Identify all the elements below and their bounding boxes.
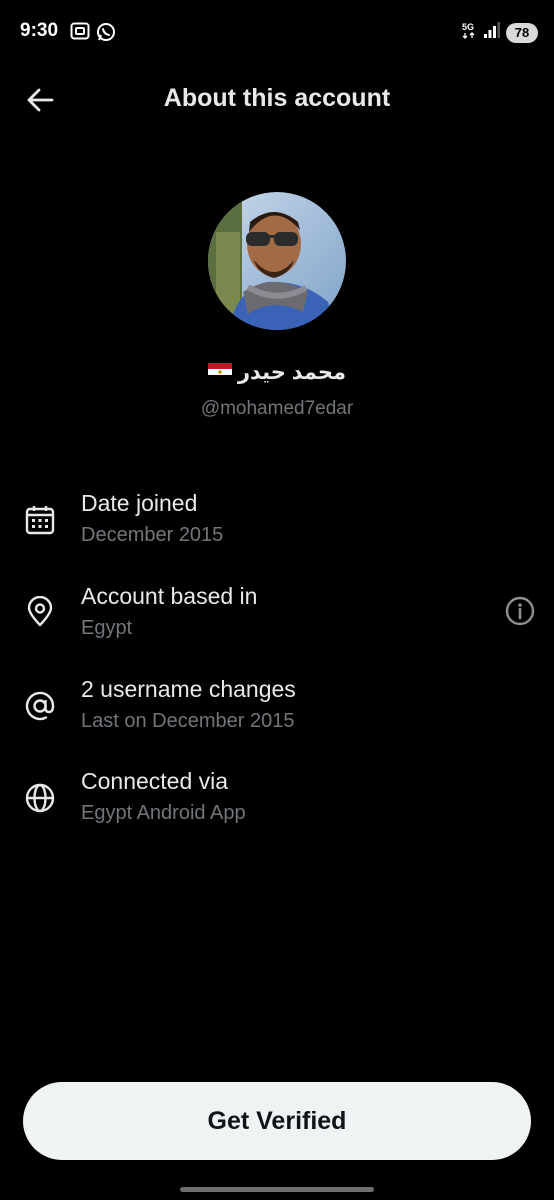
home-indicator[interactable] [180,1187,374,1192]
5g-icon: 5G [462,21,478,44]
screenshot-icon [70,22,90,47]
page-title: About this account [163,84,391,112]
username-handle: @mohamed7edar [200,398,354,419]
about-account-screen: 9:30 5G 78 About this account محمد حيدر … [0,0,554,1200]
battery-icon: 78 [506,22,538,43]
info-row-connected-via: Connected via Egypt Android App [0,768,554,848]
calendar-icon [25,506,55,535]
info-row-date-joined: Date joined December 2015 [0,490,554,570]
info-title: Date joined [81,490,198,516]
get-verified-button[interactable]: Get Verified [23,1082,531,1160]
info-title: Connected via [81,768,229,794]
info-title: Account based in [81,583,258,609]
info-subtitle: Egypt [81,617,133,639]
info-icon[interactable] [504,595,536,627]
location-pin-icon [27,596,53,627]
status-right-icons: 5G 78 [462,21,538,44]
avatar[interactable] [208,192,346,330]
info-title: 2 username changes [81,676,296,702]
egypt-flag-icon [207,363,232,387]
status-bar: 9:30 5G 78 [0,0,554,62]
info-subtitle: Last on December 2015 [81,710,295,732]
signal-icon [484,22,500,43]
status-time: 9:30 [20,20,59,41]
whatsapp-icon [96,22,116,47]
info-subtitle: December 2015 [81,524,224,546]
display-name: محمد حيدر [0,360,554,387]
display-name-text: محمد حيدر [237,361,347,384]
info-subtitle: Egypt Android App [81,802,246,824]
status-left-icons [70,22,116,47]
at-sign-icon [25,691,55,721]
globe-icon [25,783,55,813]
info-row-username-changes: 2 username changes Last on December 2015 [0,676,554,756]
header: About this account [0,70,554,130]
svg-text:5G: 5G [462,22,474,32]
info-row-account-based-in: Account based in Egypt [0,583,554,663]
